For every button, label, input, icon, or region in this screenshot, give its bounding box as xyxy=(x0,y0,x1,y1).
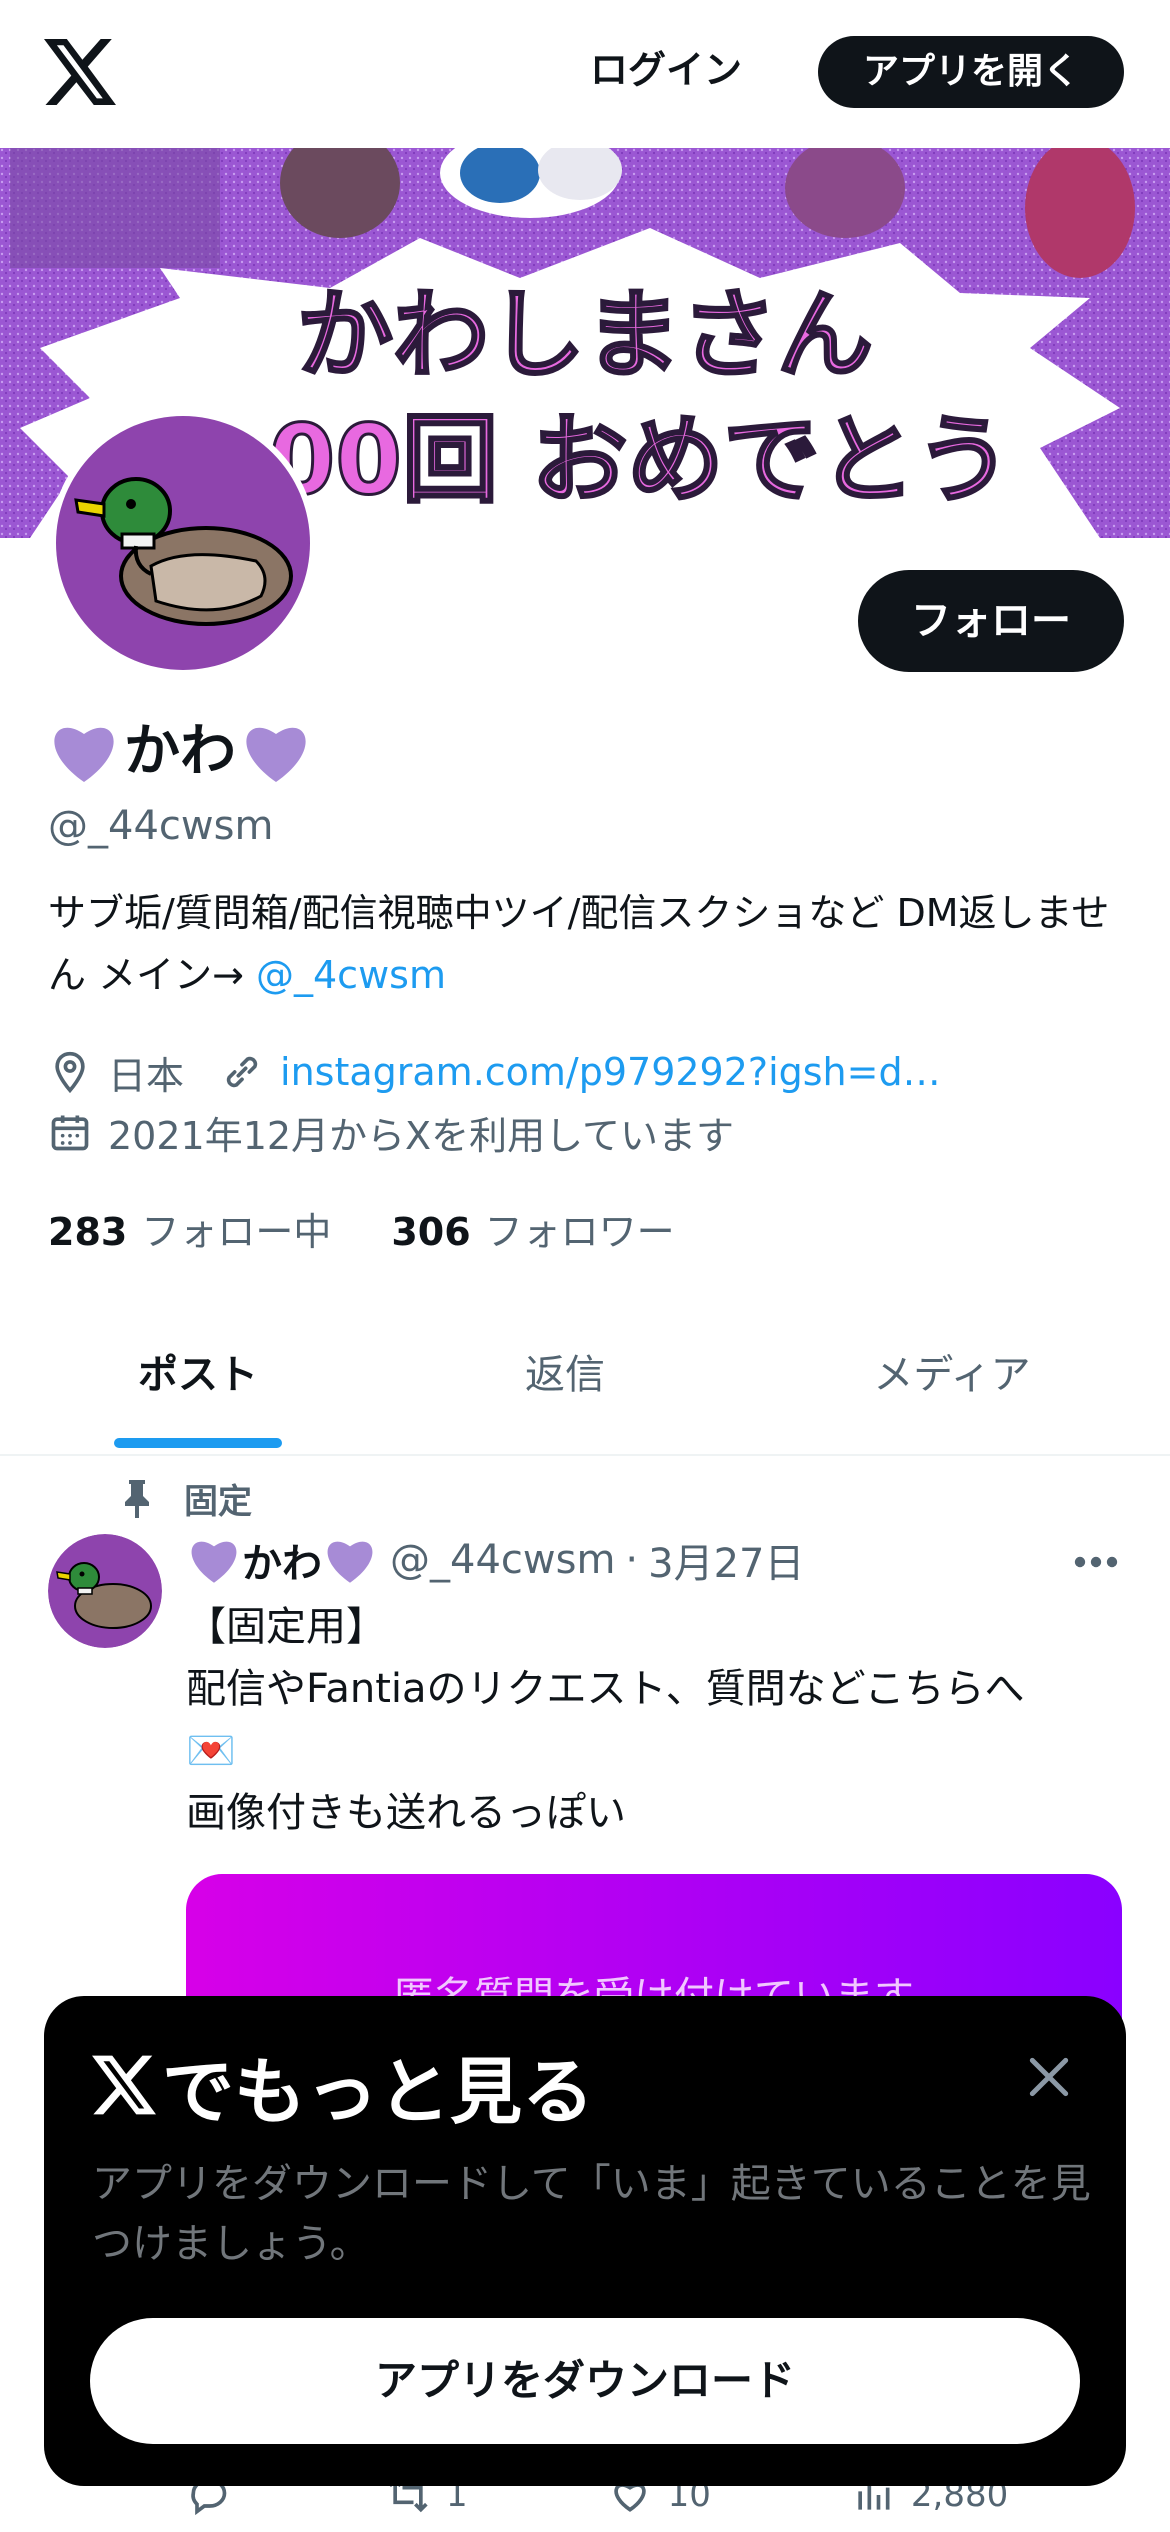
follow-counts: 283 フォロー中 306 フォロワー xyxy=(48,1200,675,1256)
more-options-icon[interactable] xyxy=(1070,1538,1122,1586)
pin-icon xyxy=(125,1480,149,1518)
following-label: フォロー中 xyxy=(141,1209,332,1254)
following-link[interactable]: 283 フォロー中 xyxy=(48,1201,331,1256)
login-link[interactable]: ログイン xyxy=(590,40,742,100)
post-separator: · xyxy=(625,1537,639,1583)
banner-line1: かわしまさん xyxy=(297,279,873,391)
tab-media[interactable]: メディア xyxy=(734,1310,1170,1456)
link-icon xyxy=(226,1056,258,1088)
banner-line2: 00回 おめでとう xyxy=(268,404,1011,516)
post-author-handle[interactable]: @_44cwsm xyxy=(390,1537,615,1583)
open-app-button[interactable]: アプリを開く xyxy=(818,36,1124,108)
tab-replies[interactable]: 返信 xyxy=(396,1310,734,1456)
x-logo-icon xyxy=(92,2055,156,2115)
bio-text: サブ垢/質問箱/配信視聴中ツイ/配信スクショなど DM返しません メイン→ xyxy=(48,891,1110,997)
location-text: 日本 xyxy=(108,1053,185,1098)
close-icon[interactable] xyxy=(1024,2052,1074,2102)
post-header: かわ @_44cwsm · 3月27日 xyxy=(186,1530,805,1590)
followers-label: フォロワー xyxy=(484,1209,675,1254)
purple-heart-icon xyxy=(246,727,306,782)
pinned-label: 固定 xyxy=(184,1481,252,1522)
tab-posts[interactable]: ポスト xyxy=(0,1310,396,1456)
top-bar: ログイン アプリを開く xyxy=(0,0,1170,148)
sheet-description: アプリをダウンロードして「いま」起きていることを見つけましょう。 xyxy=(92,2161,1091,2267)
download-app-button[interactable]: アプリをダウンロード xyxy=(90,2318,1080,2444)
post-author-name[interactable]: かわ xyxy=(186,1531,378,1589)
follow-button[interactable]: フォロー xyxy=(858,570,1124,672)
purple-heart-icon xyxy=(191,1541,237,1583)
post-text: 【固定用】 配信やFantiaのリクエスト、質問などこちらへ 💌 画像付きも送れ… xyxy=(186,1604,1025,1836)
app-promo-sheet: でもっと見る アプリをダウンロードして「いま」起きていることを見つけましょう。 … xyxy=(44,1996,1126,2486)
profile-tabs: ポスト 返信 メディア xyxy=(0,1310,1170,1456)
display-name-text: かわ xyxy=(124,719,236,784)
website-link[interactable]: instagram.com/p979292?igsh=d… xyxy=(280,1050,941,1094)
sheet-title-text: でもっと見る xyxy=(162,2049,595,2134)
post-author-avatar[interactable] xyxy=(48,1534,162,1648)
joined-text: 2021年12月からXを利用しています xyxy=(108,1113,734,1158)
profile-avatar[interactable] xyxy=(50,410,316,676)
purple-heart-icon xyxy=(54,727,114,782)
post-date[interactable]: 3月27日 xyxy=(648,1531,804,1589)
followers-link[interactable]: 306 フォロワー xyxy=(391,1201,674,1256)
bio-mention-link[interactable]: @_4cwsm xyxy=(256,953,446,997)
profile-handle: @_44cwsm xyxy=(48,803,274,849)
following-count: 283 xyxy=(48,1209,128,1254)
purple-heart-icon xyxy=(327,1541,373,1583)
profile-meta-row: 日本 instagram.com/p979292?igsh=d… xyxy=(48,1044,941,1100)
x-logo-icon[interactable] xyxy=(44,38,116,106)
profile-bio: サブ垢/質問箱/配信視聴中ツイ/配信スクショなど DM返しません メイン→ @_… xyxy=(48,882,1128,1006)
post-author-name-text: かわ xyxy=(242,1541,322,1587)
display-name: かわ xyxy=(48,712,312,792)
calendar-icon xyxy=(51,1115,89,1151)
followers-count: 306 xyxy=(391,1209,471,1254)
active-tab-indicator xyxy=(114,1438,282,1448)
pinned-indicator: 固定 xyxy=(120,1470,252,1526)
profile-joined-row: 2021年12月からXを利用しています xyxy=(48,1104,734,1160)
sheet-title: でもっと見る xyxy=(92,2040,594,2134)
location-icon xyxy=(55,1051,85,1094)
